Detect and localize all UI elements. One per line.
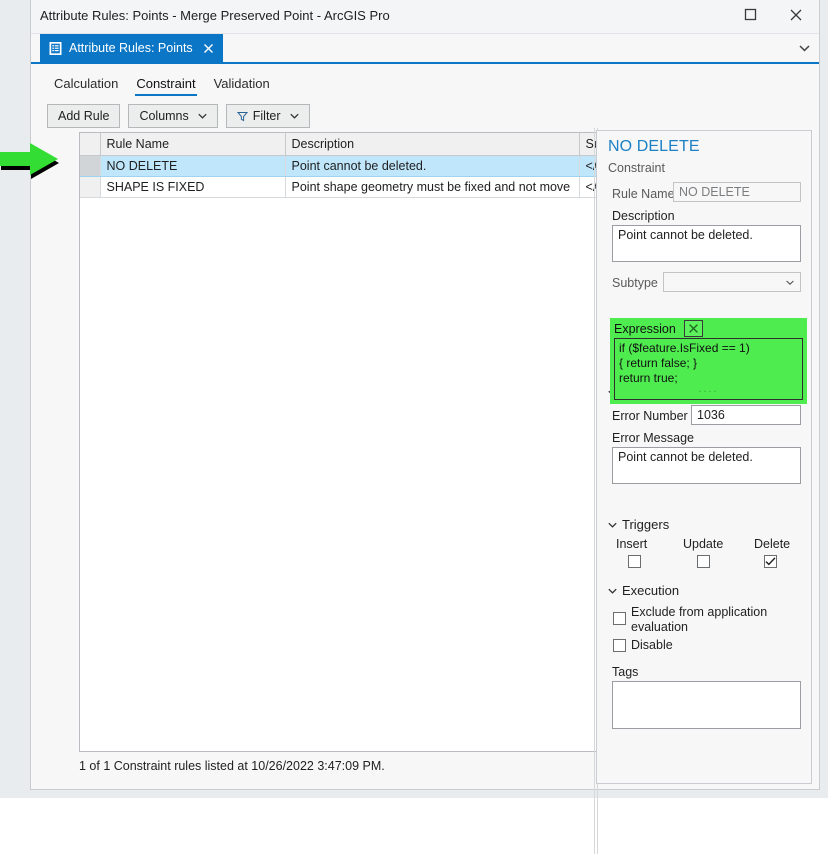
execution-section-label: Execution xyxy=(622,583,680,598)
error-message-label: Error Message xyxy=(612,431,694,445)
columns-label: Columns xyxy=(139,109,189,123)
chevron-down-icon xyxy=(798,41,810,55)
close-button[interactable] xyxy=(773,0,819,32)
chevron-down-icon xyxy=(786,277,794,287)
table-header-row: Rule Name Description Subtype xyxy=(80,133,623,156)
expression-code-box[interactable]: if ($feature.IsFixed == 1) { return fals… xyxy=(614,338,803,400)
trigger-insert-label: Insert xyxy=(616,537,648,551)
disable-label: Disable xyxy=(631,638,673,652)
panel-subtitle: Constraint xyxy=(608,161,665,175)
description-textarea[interactable]: Point cannot be deleted. xyxy=(612,225,801,262)
rules-grid[interactable]: Rule Name Description Subtype NO DELETE … xyxy=(79,132,624,752)
cell-rule-name[interactable]: NO DELETE xyxy=(100,155,286,177)
rule-name-label: Rule Name xyxy=(612,187,675,201)
tab-constraint[interactable]: Constraint xyxy=(127,74,204,96)
window-title: Attribute Rules: Points - Merge Preserve… xyxy=(40,8,390,23)
expression-group: Expression if ($feature.IsFixed == 1) { … xyxy=(610,318,807,404)
cell-rule-name[interactable]: SHAPE IS FIXED xyxy=(100,176,286,198)
rule-type-tabs: Calculation Constraint Validation xyxy=(45,74,279,96)
filter-label: Filter xyxy=(252,109,281,123)
document-tab-attribute-rules[interactable]: Attribute Rules: Points xyxy=(40,34,223,62)
trigger-update-label: Update xyxy=(683,537,724,551)
trigger-delete-label: Delete xyxy=(754,537,791,551)
column-header-description[interactable]: Description xyxy=(285,133,580,156)
tab-validation-label: Validation xyxy=(213,76,270,91)
chevron-down-icon xyxy=(608,586,617,596)
rules-table: Rule Name Description Subtype NO DELETE … xyxy=(80,133,623,198)
subtype-combobox[interactable] xyxy=(663,272,801,292)
maximize-button[interactable] xyxy=(727,0,773,32)
triggers-section-label: Triggers xyxy=(622,517,670,532)
expression-header: Expression xyxy=(614,320,703,337)
error-number-input[interactable] xyxy=(691,405,801,425)
column-header-selector[interactable] xyxy=(80,133,101,156)
tab-constraint-label: Constraint xyxy=(136,76,196,91)
maximize-icon xyxy=(744,8,757,24)
chevron-down-icon xyxy=(198,111,207,121)
exclude-label-line2: evaluation xyxy=(631,620,688,634)
view-content: Calculation Constraint Validation Add Ru… xyxy=(31,64,819,854)
tags-textarea[interactable] xyxy=(612,681,801,729)
attribute-rules-icon xyxy=(48,41,63,56)
add-rule-label: Add Rule xyxy=(58,109,110,123)
expression-resize-handle[interactable]: .... xyxy=(698,382,718,397)
green-arrow-right xyxy=(0,143,59,179)
annotation-arrow xyxy=(0,143,66,187)
add-rule-button[interactable]: Add Rule xyxy=(47,104,121,128)
rule-name-input[interactable] xyxy=(673,182,801,202)
tags-label: Tags xyxy=(612,665,639,679)
cell-description[interactable]: Point cannot be deleted. xyxy=(285,155,580,177)
document-tab-strip: Attribute Rules: Points xyxy=(31,34,819,65)
disable-checkbox[interactable] xyxy=(613,639,626,652)
subtype-label: Subtype xyxy=(612,276,658,290)
trigger-update-checkbox[interactable] xyxy=(697,555,710,568)
cell-description[interactable]: Point shape geometry must be fixed and n… xyxy=(285,176,580,198)
splitter-line-left xyxy=(594,128,595,854)
tab-validation[interactable]: Validation xyxy=(205,74,279,96)
chevron-down-icon xyxy=(608,520,617,530)
trigger-insert-checkbox[interactable] xyxy=(628,555,641,568)
screenshot-root: Attribute Rules: Points - Merge Preserve… xyxy=(0,0,828,854)
columns-button[interactable]: Columns xyxy=(128,104,218,128)
close-icon xyxy=(789,8,803,25)
status-text: 1 of 1 Constraint rules listed at 10/26/… xyxy=(79,759,385,773)
triggers-section-header[interactable]: Triggers xyxy=(608,517,669,532)
row-selector-cell[interactable] xyxy=(80,176,101,198)
panel-title: NO DELETE xyxy=(608,138,700,155)
error-message-textarea[interactable]: Point cannot be deleted. xyxy=(612,447,801,484)
exclude-label-line1: Exclude from application xyxy=(631,605,768,619)
table-row[interactable]: SHAPE IS FIXED Point shape geometry must… xyxy=(80,176,623,198)
window-controls xyxy=(727,0,819,32)
expression-label: Expression xyxy=(614,321,676,336)
tab-calculation-label: Calculation xyxy=(54,76,119,91)
description-label: Description xyxy=(612,209,675,223)
error-number-label: Error Number xyxy=(612,409,688,423)
exclude-from-evaluation-label: Exclude from application evaluation xyxy=(631,605,801,635)
expression-code-line-1: if ($feature.IsFixed == 1) xyxy=(619,341,750,355)
table-row[interactable]: NO DELETE Point cannot be deleted. <All> xyxy=(80,155,623,177)
document-tab-label: Attribute Rules: Points xyxy=(69,41,193,55)
script-edit-icon[interactable] xyxy=(683,320,703,337)
expression-code-line-2: { return false; } xyxy=(619,356,698,370)
rules-toolbar: Add Rule Columns Filter xyxy=(47,104,310,128)
rule-details-panel: NO DELETE Constraint Rule Name Descripti… xyxy=(596,130,812,784)
execution-section-header[interactable]: Execution xyxy=(608,583,679,598)
exclude-from-evaluation-checkbox[interactable] xyxy=(613,612,626,625)
chevron-down-icon xyxy=(289,111,299,121)
title-bar: Attribute Rules: Points - Merge Preserve… xyxy=(31,0,819,34)
filter-button[interactable]: Filter xyxy=(225,104,310,128)
funnel-icon xyxy=(236,111,248,122)
document-tab-close-icon[interactable] xyxy=(202,41,216,55)
tab-calculation[interactable]: Calculation xyxy=(45,74,127,96)
trigger-delete-checkbox[interactable] xyxy=(764,555,777,568)
column-header-rule-name[interactable]: Rule Name xyxy=(100,133,286,156)
tab-overflow-button[interactable] xyxy=(795,39,813,57)
row-selector-cell[interactable] xyxy=(80,155,101,177)
